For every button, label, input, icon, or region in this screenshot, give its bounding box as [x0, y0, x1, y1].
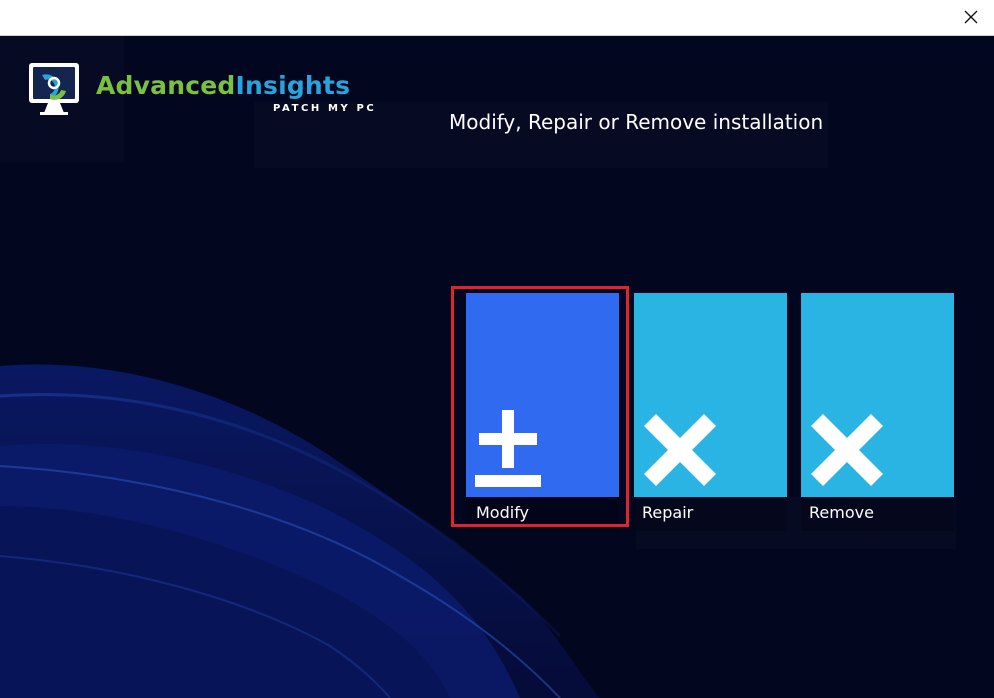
modify-tile[interactable]: Modify	[466, 293, 619, 531]
monitor-logo-icon	[29, 63, 79, 115]
brand-wordmark: AdvancedInsights PATCH MY PC	[96, 71, 396, 121]
remove-tile-face	[801, 293, 954, 497]
brand-name-part2: Insights	[235, 71, 351, 100]
remove-tile[interactable]: Remove	[801, 293, 954, 531]
page-title: Modify, Repair or Remove installation	[449, 110, 824, 134]
brand-name: AdvancedInsights	[96, 71, 396, 100]
close-button[interactable]	[948, 0, 994, 33]
remove-tile-label: Remove	[801, 497, 954, 531]
x-icon	[644, 414, 716, 486]
modify-tile-face	[466, 293, 619, 497]
modify-tile-label: Modify	[466, 497, 619, 531]
x-icon	[811, 414, 883, 486]
repair-tile-face	[634, 293, 787, 497]
title-bar	[0, 0, 994, 36]
brand-name-part1: Advanced	[96, 71, 236, 100]
plus-minus-icon	[475, 410, 541, 487]
brand-tagline: PATCH MY PC	[273, 103, 377, 114]
brand-logo: AdvancedInsights PATCH MY PC	[28, 61, 396, 121]
repair-tile-label: Repair	[634, 497, 787, 531]
installer-content: AdvancedInsights PATCH MY PC Modify, Rep…	[0, 36, 994, 698]
close-icon	[964, 10, 978, 23]
repair-tile[interactable]: Repair	[634, 293, 787, 531]
installer-window: AdvancedInsights PATCH MY PC Modify, Rep…	[0, 0, 994, 698]
